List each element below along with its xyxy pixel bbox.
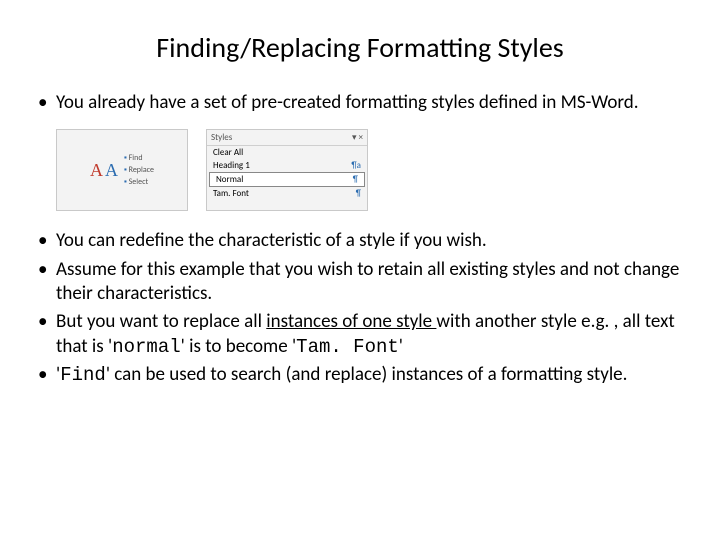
select-label: Select: [124, 177, 154, 187]
paragraph-mark-icon: ¶: [356, 188, 361, 199]
bullet-list-2: You can redefine the characteristic of a…: [34, 229, 686, 387]
style-item: Clear All: [213, 147, 243, 158]
editing-group: Find Replace Select: [124, 153, 154, 187]
bullet-3: Assume for this example that you wish to…: [34, 258, 686, 307]
underlined-text: instances of one style: [266, 310, 436, 333]
replace-label: Replace: [124, 165, 154, 175]
code-text: Tam. Font: [296, 336, 399, 358]
find-label: Find: [124, 153, 154, 163]
ribbon-screenshot: AA Find Replace Select: [56, 129, 188, 211]
bullet-4: But you want to replace all instances of…: [34, 310, 686, 359]
style-item-selected: Normal: [216, 174, 243, 185]
styles-close-icon: ▾ ×: [352, 132, 363, 143]
code-text: normal: [112, 336, 180, 358]
bullet-list: You already have a set of pre-created fo…: [34, 91, 686, 115]
paragraph-mark-icon: ¶: [353, 174, 358, 185]
screenshot-row: AA Find Replace Select Styles ▾ × Clear A…: [56, 129, 686, 211]
styles-pane-screenshot: Styles▾ × Clear All Heading 1¶a Normal¶ …: [206, 129, 368, 211]
code-text: Find: [60, 364, 106, 386]
slide-title: Finding/Replacing Formatting Styles: [34, 30, 686, 65]
change-styles-icon: AA: [90, 160, 118, 181]
paragraph-mark-icon: ¶a: [351, 160, 361, 171]
bullet-1: You already have a set of pre-created fo…: [34, 91, 686, 115]
bullet-5: 'Find' can be used to search (and replac…: [34, 363, 686, 387]
bullet-2: You can redefine the characteristic of a…: [34, 229, 686, 253]
style-item: Tam. Font: [213, 188, 249, 199]
style-item: Heading 1: [213, 160, 250, 171]
styles-pane-title: Styles: [211, 132, 232, 143]
